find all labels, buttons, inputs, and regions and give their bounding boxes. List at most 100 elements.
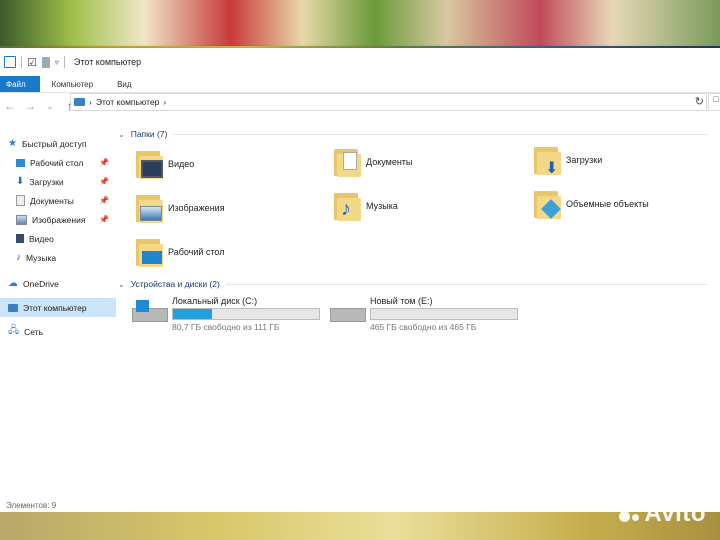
refresh-icon[interactable]: ↻ [695, 95, 704, 108]
cloud-icon: ☁ [8, 278, 18, 289]
drive-free-space: 465 ГБ свободно из 465 ГБ [370, 322, 477, 332]
pictures-icon [16, 214, 27, 225]
divider [173, 133, 708, 135]
pin-icon[interactable]: 📌 [99, 158, 109, 167]
title-bar: ☑ ▿ Этот компьютер [0, 48, 720, 76]
folder-documents[interactable]: Документы [332, 146, 412, 178]
content-area: ⌄ Папки (7) Видео Документы ⬇ Загрузки И… [118, 126, 718, 332]
new-folder-icon[interactable] [41, 56, 50, 68]
chevron-down-icon[interactable]: ⌄ [118, 130, 125, 139]
sidebar-item-pictures[interactable]: Изображения 📌 [0, 210, 116, 229]
drive-icon [330, 300, 366, 322]
avito-watermark: Avito [619, 500, 706, 528]
sidebar-item-label: Сеть [24, 326, 44, 337]
forward-arrow-icon[interactable]: → [24, 99, 36, 113]
folder-pictures[interactable]: Изображения [134, 192, 225, 224]
address-bar[interactable]: › Этот компьютер › ↻ [70, 93, 707, 111]
sidebar-item-onedrive[interactable]: ☁ OneDrive [0, 274, 116, 293]
folder-label: Документы [366, 157, 413, 167]
folder-desktop[interactable]: Рабочий стол [134, 236, 225, 268]
folder-music[interactable]: ♪ Музыка [332, 190, 398, 222]
search-box[interactable]: □ [708, 93, 720, 111]
downloads-folder-icon: ⬇ [532, 144, 562, 177]
folder-label: Рабочий стол [168, 247, 225, 257]
pin-icon[interactable]: 📌 [99, 177, 109, 186]
customize-toolbar-icon[interactable]: ▿ [55, 58, 59, 67]
drive-usage-bar [370, 308, 518, 320]
sidebar-item-network[interactable]: 🖧 Сеть [0, 322, 116, 341]
sidebar-item-label: Изображения [32, 214, 86, 225]
search-edge-icon: □ [713, 94, 719, 104]
folder-label: Музыка [366, 201, 398, 211]
folder-label: Видео [168, 159, 195, 169]
sidebar-item-desktop[interactable]: Рабочий стол 📌 [0, 153, 116, 172]
desktop-folder-icon [134, 236, 164, 268]
sidebar-item-label: Быстрый доступ [21, 138, 87, 149]
drive-e[interactable]: Новый том (E:) 465 ГБ свободно из 465 ГБ [330, 296, 518, 332]
sidebar-item-documents[interactable]: Документы 📌 [0, 191, 116, 210]
navigation-pane: ★ Быстрый доступ Рабочий стол 📌 ⬇ Загруз… [0, 134, 116, 341]
pictures-folder-icon [134, 192, 164, 224]
back-arrow-icon[interactable]: ← [4, 99, 16, 113]
properties-icon[interactable] [4, 56, 16, 68]
3d-objects-folder-icon [532, 188, 562, 220]
sidebar-item-music[interactable]: ♪ Музыка [0, 248, 116, 267]
photo-background-bottom [0, 512, 720, 540]
drives-group-header[interactable]: ⌄ Устройства и диски (2) [118, 276, 718, 292]
film-icon [16, 234, 24, 243]
folder-label: Загрузки [566, 155, 603, 165]
computer-icon [74, 98, 85, 106]
tab-file[interactable]: Файл [0, 76, 40, 92]
network-icon: 🖧 [8, 325, 20, 336]
divider [21, 56, 22, 68]
music-note-icon: ♪ [16, 252, 21, 263]
sidebar-item-label: Видео [29, 233, 54, 244]
folders-group-title: Папки (7) [130, 129, 168, 139]
chevron-down-icon[interactable]: ⌄ [118, 280, 125, 289]
folder-downloads[interactable]: ⬇ Загрузки [532, 144, 603, 177]
sidebar-item-videos[interactable]: Видео [0, 229, 116, 248]
sidebar-item-label: Музыка [26, 252, 57, 263]
sidebar-item-label: Рабочий стол [30, 157, 84, 168]
photo-background-top [0, 0, 720, 46]
ribbon-tabs: Файл Компьютер Вид [0, 76, 720, 93]
drives-group-title: Устройства и диски (2) [130, 279, 220, 289]
drive-free-space: 80,7 ГБ свободно из 111 ГБ [172, 322, 280, 332]
documents-folder-icon [332, 146, 362, 178]
computer-icon [8, 303, 18, 312]
window-title: Этот компьютер [73, 57, 142, 67]
drive-usage-bar [172, 308, 320, 320]
folder-3d-objects[interactable]: Объемные объекты [532, 188, 649, 220]
breadcrumb-chevron-icon[interactable]: › [89, 97, 92, 107]
desktop-icon [16, 158, 25, 167]
tab-computer[interactable]: Компьютер [40, 76, 105, 92]
status-bar-item-count: Элементов: 9 [6, 501, 57, 510]
sidebar-item-this-pc[interactable]: Этот компьютер [0, 298, 116, 317]
pin-icon[interactable]: 📌 [99, 215, 109, 224]
sidebar-item-label: Документы [30, 195, 74, 206]
download-arrow-icon: ⬇ [16, 176, 25, 187]
folders-group-header[interactable]: ⌄ Папки (7) [118, 126, 718, 142]
document-icon [16, 195, 25, 206]
recent-locations-chevron-icon[interactable]: ⌄ [44, 102, 56, 111]
drive-name: Новый том (E:) [370, 296, 433, 306]
drive-c[interactable]: Локальный диск (C:) 80,7 ГБ свободно из … [132, 296, 320, 332]
pin-icon[interactable]: 📌 [99, 196, 109, 205]
music-folder-icon: ♪ [332, 190, 362, 222]
folder-videos[interactable]: Видео [134, 148, 194, 180]
checkbox-icon[interactable]: ☑ [27, 56, 37, 69]
windows-drive-icon [132, 300, 168, 322]
divider [63, 56, 65, 68]
drive-name: Локальный диск (C:) [172, 296, 258, 306]
sidebar-item-label: Загрузки [29, 176, 64, 187]
avito-wordmark: Avito [644, 500, 706, 527]
star-icon: ★ [8, 138, 17, 149]
folder-label: Изображения [168, 203, 225, 213]
sidebar-item-downloads[interactable]: ⬇ Загрузки 📌 [0, 172, 116, 191]
file-explorer-window: ☑ ▿ Этот компьютер Файл Компьютер Вид ← … [0, 48, 720, 514]
breadcrumb-chevron-icon[interactable]: › [163, 97, 166, 107]
sidebar-item-quick-access[interactable]: ★ Быстрый доступ [0, 134, 116, 153]
breadcrumb-this-pc[interactable]: Этот компьютер [96, 97, 160, 107]
avito-logo-icon [619, 502, 641, 524]
tab-view[interactable]: Вид [105, 76, 143, 92]
